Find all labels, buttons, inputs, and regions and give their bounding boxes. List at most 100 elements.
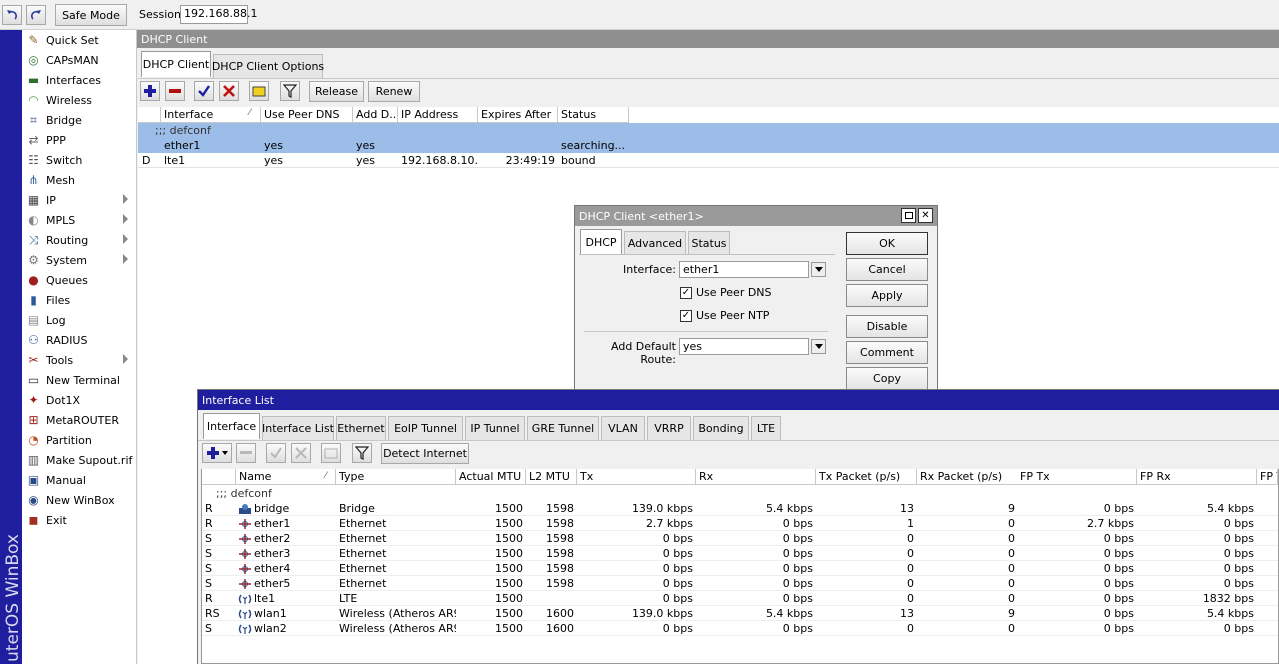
apply-button[interactable]: Apply (846, 284, 928, 307)
sidebar-item-wireless[interactable]: ◠ Wireless (24, 90, 134, 110)
chevron-down-icon (222, 451, 228, 455)
safe-mode-button[interactable]: Safe Mode (55, 4, 127, 26)
sidebar-item-ppp[interactable]: ⇄ PPP (24, 130, 134, 150)
sidebar-item-routing[interactable]: ⤨ Routing (24, 230, 134, 250)
undo-button[interactable] (2, 5, 22, 25)
tab-gre-tunnel[interactable]: GRE Tunnel (527, 416, 599, 440)
tab-advanced[interactable]: Advanced (624, 231, 686, 255)
sidebar-item-tools[interactable]: ✂ Tools (24, 350, 134, 370)
sidebar-item-queues[interactable]: ● Queues (24, 270, 134, 290)
sidebar-item-files[interactable]: ▮ Files (24, 290, 134, 310)
disable-button[interactable]: Disable (846, 315, 928, 338)
sidebar-item-mpls[interactable]: ◐ MPLS (24, 210, 134, 230)
default-route-field[interactable]: yes (679, 338, 809, 355)
dhcp-panel-title: DHCP Client (137, 30, 1279, 48)
sidebar-item-metarouter[interactable]: ⊞ MetaROUTER (24, 410, 134, 430)
sidebar-item-dot1x[interactable]: ✦ Dot1X (24, 390, 134, 410)
tab-dhcp-client[interactable]: DHCP Client (141, 51, 211, 77)
interface-field[interactable]: ether1 (679, 261, 809, 278)
dhcp-col-ip-address[interactable]: IP Address (398, 107, 478, 123)
tab-bonding[interactable]: Bonding (693, 416, 749, 440)
remove-button[interactable] (165, 81, 185, 101)
use-peer-ntp-label: Use Peer NTP (696, 309, 770, 322)
iface-col-name[interactable]: Name (236, 469, 336, 485)
enable-button[interactable] (194, 81, 214, 101)
close-button[interactable]: ✕ (918, 208, 933, 223)
use-peer-dns-checkbox[interactable]: ✓ (680, 287, 692, 299)
dhcp-col-interface[interactable]: Interface (161, 107, 261, 123)
copy-button[interactable]: Copy (846, 367, 928, 390)
supout-icon: ▥ (27, 453, 40, 467)
sidebar-item-make-supout-rif[interactable]: ▥ Make Supout.rif (24, 450, 134, 470)
sort-indicator: ⁄ (325, 471, 327, 481)
tab-ethernet[interactable]: Ethernet (336, 416, 386, 440)
sidebar-item-label: Manual (46, 473, 86, 487)
disable-button[interactable] (291, 443, 311, 463)
sidebar-item-bridge[interactable]: ⌗ Bridge (24, 110, 134, 130)
iface-col-type[interactable]: Type (336, 469, 456, 485)
filter-button[interactable] (352, 443, 372, 463)
tab-vrrp[interactable]: VRRP (647, 416, 691, 440)
add-dropdown-button[interactable] (202, 443, 232, 463)
sidebar-item-log[interactable]: ▤ Log (24, 310, 134, 330)
sidebar-item-new-winbox[interactable]: ◉ New WinBox (24, 490, 134, 510)
tab-status[interactable]: Status (688, 231, 730, 255)
iface-col-tx[interactable]: Tx (577, 469, 696, 485)
plus-icon (206, 446, 220, 460)
sidebar-item-switch[interactable]: ☷ Switch (24, 150, 134, 170)
dhcp-col-status[interactable]: Status (558, 107, 629, 123)
dhcp-col-use-peer-dns[interactable]: Use Peer DNS (261, 107, 353, 123)
detect-internet-button[interactable]: Detect Internet (381, 443, 469, 464)
sidebar-item-partition[interactable]: ◔ Partition (24, 430, 134, 450)
interface-dropdown[interactable] (811, 262, 826, 277)
use-peer-ntp-checkbox[interactable]: ✓ (680, 310, 692, 322)
release-button[interactable]: Release (309, 81, 364, 102)
tab-ip-tunnel[interactable]: IP Tunnel (465, 416, 525, 440)
ok-button[interactable]: OK (846, 232, 928, 255)
dhcp-col-expires[interactable]: Expires After (478, 107, 558, 123)
iface-col-l2-mtu[interactable]: L2 MTU (526, 469, 577, 485)
remove-button[interactable] (236, 443, 256, 463)
sidebar-item-ip[interactable]: ▦ IP (24, 190, 134, 210)
sidebar-item-exit[interactable]: ◼ Exit (24, 510, 134, 530)
restore-button[interactable] (901, 208, 916, 223)
sidebar-item-new-terminal[interactable]: ▭ New Terminal (24, 370, 134, 390)
tab-interface-list[interactable]: Interface List (262, 416, 334, 440)
tab-vlan[interactable]: VLAN (601, 416, 645, 440)
iface-col-rx[interactable]: Rx (696, 469, 816, 485)
comment-button[interactable] (321, 443, 341, 463)
iface-col-fp-rx[interactable]: FP Rx (1137, 469, 1257, 485)
tab-eoip-tunnel[interactable]: EoIP Tunnel (388, 416, 463, 440)
dhcp-col-add-default[interactable]: Add D... (353, 107, 398, 123)
cancel-button[interactable]: Cancel (846, 258, 928, 281)
default-route-dropdown[interactable] (811, 339, 826, 354)
sidebar-item-quick-set[interactable]: ✎ Quick Set (24, 30, 134, 50)
iface-col-fp-tx[interactable]: FP Tx (1017, 469, 1137, 485)
filter-button[interactable] (280, 81, 300, 101)
sidebar-item-interfaces[interactable]: ▬ Interfaces (24, 70, 134, 90)
sidebar-item-system[interactable]: ⚙ System (24, 250, 134, 270)
minus-icon (168, 84, 182, 98)
comment-button[interactable] (249, 81, 269, 101)
row-type: Ethernet (339, 517, 387, 530)
iface-col-rx-packet[interactable]: Rx Packet (p/s) (917, 469, 1018, 485)
iface-col-fp-t[interactable]: FP T (1257, 469, 1278, 485)
session-input[interactable]: 192.168.88.1 (180, 5, 257, 24)
renew-button[interactable]: Renew (368, 81, 420, 102)
iface-col-tx-packet[interactable]: Tx Packet (p/s) (816, 469, 917, 485)
row-rx: 5.4 kbps (765, 607, 813, 620)
tab-dhcp-client-options[interactable]: DHCP Client Options (212, 54, 324, 78)
sidebar-item-manual[interactable]: ▣ Manual (24, 470, 134, 490)
enable-button[interactable] (266, 443, 286, 463)
tab-interface[interactable]: Interface (203, 413, 260, 439)
add-button[interactable] (140, 81, 160, 101)
disable-button[interactable] (219, 81, 239, 101)
sidebar-item-capsman[interactable]: ◎ CAPsMAN (24, 50, 134, 70)
iface-col-actual-mtu[interactable]: Actual MTU (456, 469, 526, 485)
tab-lte[interactable]: LTE (751, 416, 781, 440)
sidebar-item-radius[interactable]: ⚇ RADIUS (24, 330, 134, 350)
sidebar-item-mesh[interactable]: ⋔ Mesh (24, 170, 134, 190)
redo-button[interactable] (26, 5, 46, 25)
tab-dhcp[interactable]: DHCP (580, 229, 622, 255)
comment-button[interactable]: Comment (846, 341, 928, 364)
